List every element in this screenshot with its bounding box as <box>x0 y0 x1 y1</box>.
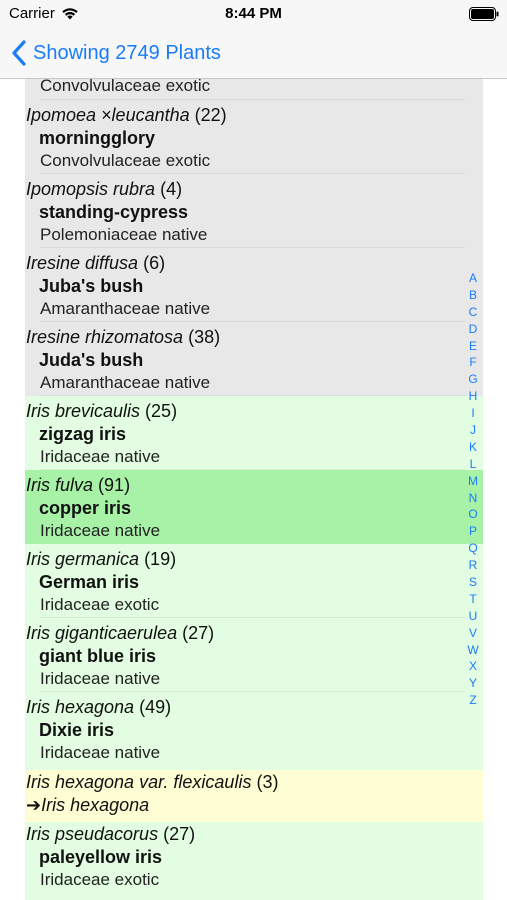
plant-list[interactable]: Convolvulaceae exotic Ipomoea ×leucantha… <box>25 79 483 900</box>
list-item[interactable]: Iris giganticaerulea (27) giant blue iri… <box>25 618 483 692</box>
index-letter[interactable]: S <box>462 574 484 591</box>
plant-scientific-name: Iresine diffusa (6) <box>26 253 166 273</box>
plant-family-status: Iridaceae exotic <box>40 870 160 889</box>
plant-common-name: Juba's bush <box>39 276 144 296</box>
plant-scientific-name: Ipomopsis rubra (4) <box>26 179 183 199</box>
back-button[interactable]: Showing 2749 Plants <box>10 37 221 69</box>
index-letter[interactable]: M <box>462 473 484 490</box>
index-letter[interactable]: T <box>462 591 484 608</box>
status-bar: Carrier 8:44 PM <box>0 0 507 28</box>
plant-family-status: Iridaceae native <box>40 669 161 688</box>
list-item[interactable]: Iresine rhizomatosa (38) Juda's bush Ama… <box>25 322 483 396</box>
index-letter[interactable]: B <box>462 287 484 304</box>
plant-family-status: Convolvulaceae exotic <box>40 79 211 95</box>
back-button-label: Showing 2749 Plants <box>33 41 221 64</box>
plant-scientific-name: Iris hexagona var. flexicaulis (3) <box>26 772 279 792</box>
plant-family-status: Convolvulaceae exotic <box>40 151 211 170</box>
plant-family-status: Amaranthaceae native <box>40 373 211 392</box>
index-letter[interactable]: R <box>462 557 484 574</box>
plant-common-name: Dixie iris <box>39 720 115 740</box>
index-letter[interactable]: X <box>462 658 484 675</box>
list-item[interactable]: Iris hexagona (49) Dixie iris Iridaceae … <box>25 692 483 770</box>
plant-family-status: Iridaceae native <box>40 447 161 466</box>
plant-common-name: German iris <box>39 572 140 592</box>
plant-scientific-name: Iris brevicaulis (25) <box>26 401 178 421</box>
chevron-left-icon <box>12 40 26 66</box>
plant-scientific-name: Ipomoea ×leucantha (22) <box>26 105 227 125</box>
plant-family-status: Polemoniaceae native <box>40 225 208 244</box>
index-letter[interactable]: F <box>462 354 484 371</box>
arrow-right-icon: ➔ <box>26 795 42 815</box>
index-letter[interactable]: K <box>462 439 484 456</box>
plant-scientific-name: Iris hexagona (49) <box>26 697 172 717</box>
index-letter[interactable]: J <box>462 422 484 439</box>
plant-common-name: morningglory <box>39 128 155 148</box>
index-letter[interactable]: W <box>462 642 484 659</box>
index-letter[interactable]: C <box>462 304 484 321</box>
plant-common-name: standing-cypress <box>39 202 189 222</box>
plant-family-status: Amaranthaceae native <box>40 299 211 318</box>
list-item-selected[interactable]: Iris fulva (91) copper iris Iridaceae na… <box>25 470 483 544</box>
index-letter[interactable]: E <box>462 338 484 355</box>
index-letter[interactable]: L <box>462 456 484 473</box>
index-letter[interactable]: I <box>462 405 484 422</box>
synonym-target: ➔Iris hexagona <box>26 795 150 815</box>
index-letter[interactable]: V <box>462 625 484 642</box>
plant-common-name: copper iris <box>39 498 132 518</box>
plant-scientific-name: Iris fulva (91) <box>26 475 131 495</box>
index-letter[interactable]: Y <box>462 675 484 692</box>
navigation-bar: Showing 2749 Plants <box>0 28 507 79</box>
list-item[interactable]: Iris pseudacorus (27) paleyellow iris Ir… <box>25 822 483 900</box>
plant-scientific-name: Iris pseudacorus (27) <box>26 824 196 844</box>
list-item-synonym[interactable]: Iris hexagona var. flexicaulis (3) ➔Iris… <box>25 770 483 822</box>
plant-scientific-name: Iris giganticaerulea (27) <box>26 623 215 643</box>
plant-family-status: Iridaceae native <box>40 743 161 762</box>
index-letter[interactable]: H <box>462 388 484 405</box>
plant-scientific-name: Iresine rhizomatosa (38) <box>26 327 221 347</box>
plant-common-name: Juda's bush <box>39 350 144 370</box>
index-letter[interactable]: P <box>462 523 484 540</box>
plant-common-name: paleyellow iris <box>39 847 163 867</box>
plant-scientific-name: Iris germanica (19) <box>26 549 177 569</box>
index-letter[interactable]: G <box>462 371 484 388</box>
clock: 8:44 PM <box>225 5 282 22</box>
plant-family-status: Iridaceae native <box>40 521 161 540</box>
index-letter[interactable]: Z <box>462 692 484 709</box>
index-letter[interactable]: U <box>462 608 484 625</box>
battery-icon <box>469 7 499 21</box>
plant-common-name: zigzag iris <box>39 424 127 444</box>
index-letter[interactable]: N <box>462 490 484 507</box>
index-letter[interactable]: A <box>462 270 484 287</box>
list-item[interactable]: Ipomoea ×leucantha (22) morningglory Con… <box>25 100 483 174</box>
plant-common-name: giant blue iris <box>39 646 157 666</box>
index-letter[interactable]: Q <box>462 540 484 557</box>
section-index[interactable]: A B C D E F G H I J K L M N O P Q R S T … <box>462 270 484 709</box>
list-item[interactable]: Iris brevicaulis (25) zigzag iris Iridac… <box>25 396 483 470</box>
plant-family-status: Iridaceae exotic <box>40 595 160 614</box>
index-letter[interactable]: D <box>462 321 484 338</box>
list-item[interactable]: Iresine diffusa (6) Juba's bush Amaranth… <box>25 248 483 322</box>
index-letter[interactable]: O <box>462 506 484 523</box>
list-item[interactable]: Iris germanica (19) German iris Iridacea… <box>25 544 483 618</box>
list-item[interactable]: Ipomopsis rubra (4) standing-cypress Pol… <box>25 174 483 248</box>
list-item[interactable]: Convolvulaceae exotic <box>25 79 483 100</box>
